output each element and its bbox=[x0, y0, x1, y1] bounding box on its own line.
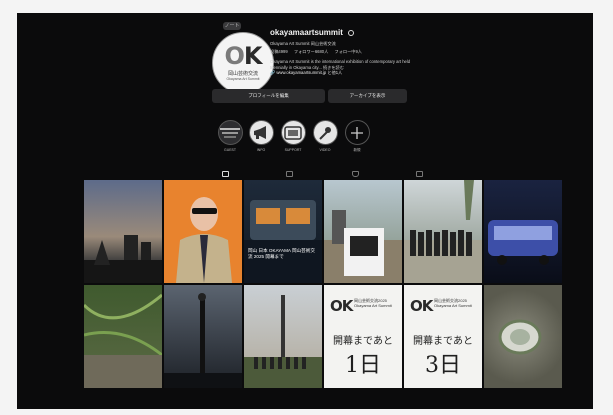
post-tile[interactable] bbox=[84, 285, 162, 388]
post-grid: 岡山 日本 OKAYAMA 岡山芸術交流 2025 開幕まで OK 岡山芸術交流… bbox=[84, 180, 562, 392]
highlight-label: GUEST bbox=[223, 148, 237, 152]
profile-stats: 投稿4999 フォロワー6680人 フォロー中9人 bbox=[270, 49, 367, 55]
instagram-profile-screen: ノート OK 岡山芸術交流 Okayama Art Summit okayama… bbox=[17, 13, 593, 409]
post-tile[interactable] bbox=[84, 180, 162, 283]
avatar[interactable]: OK 岡山芸術交流 Okayama Art Summit bbox=[212, 32, 274, 94]
video-icon bbox=[312, 120, 338, 145]
post-sub-line: Okayama Art Summit bbox=[434, 302, 472, 308]
followers-count[interactable]: フォロワー6680人 bbox=[294, 49, 328, 54]
link-text: www.okayamaartsummit.jp と他1人 bbox=[276, 70, 343, 75]
threads-icon[interactable] bbox=[348, 29, 355, 36]
post-sub-line: Okayama Art Summit bbox=[354, 302, 392, 308]
posts-count[interactable]: 投稿4999 bbox=[270, 49, 288, 54]
avatar-ja-text: 岡山芸術交流 bbox=[227, 71, 258, 77]
post-logo: OK bbox=[410, 297, 433, 315]
plus-icon bbox=[344, 120, 370, 145]
countdown-post-2[interactable]: OK 岡山芸術交流2025 Okayama Art Summit 開幕まであと 3… bbox=[404, 285, 482, 388]
avatar-en-text: Okayama Art Summit bbox=[226, 77, 260, 81]
note-badge[interactable]: ノート bbox=[223, 22, 241, 30]
profile-link[interactable]: 🔗 www.okayamaartsummit.jp と他1人 bbox=[270, 70, 470, 76]
saved-icon[interactable] bbox=[352, 171, 359, 177]
countdown-post-1[interactable]: OK 岡山芸術交流2025 Okayama Art Summit 開幕まであと 1… bbox=[324, 285, 402, 388]
username-text: okayamaartsummit bbox=[270, 28, 343, 37]
following-count[interactable]: フォロー中9人 bbox=[335, 49, 362, 54]
post-tile[interactable] bbox=[164, 285, 242, 388]
post-caption-text: 岡山 日本 OKAYAMA 岡山芸術交流 2025 開幕まで bbox=[248, 248, 315, 259]
reels-icon[interactable] bbox=[286, 171, 293, 177]
username[interactable]: okayamaartsummit bbox=[270, 28, 355, 37]
bio: Okayama Art Summit is the international … bbox=[270, 59, 470, 76]
guest-icon bbox=[217, 120, 243, 145]
highlight-info[interactable]: INFO bbox=[247, 120, 275, 152]
countdown-label: 開幕まであと bbox=[333, 336, 393, 347]
highlight-label: INFO bbox=[256, 148, 266, 152]
edit-profile-button[interactable]: プロフィールを編集 bbox=[212, 89, 325, 103]
post-tile[interactable]: 岡山 日本 OKAYAMA 岡山芸術交流 2025 開幕まで bbox=[244, 180, 322, 283]
profile-header: ノート OK 岡山芸術交流 Okayama Art Summit okayama… bbox=[17, 13, 593, 173]
profile-tabs bbox=[17, 171, 593, 177]
grid-icon[interactable] bbox=[222, 171, 229, 177]
megaphone-icon bbox=[248, 120, 274, 145]
countdown-days: 1日 bbox=[345, 353, 381, 378]
highlight-label: VIDEO bbox=[319, 148, 331, 152]
tagged-icon[interactable] bbox=[416, 171, 423, 177]
post-tile[interactable] bbox=[324, 180, 402, 283]
highlight-guest[interactable]: GUEST bbox=[216, 120, 244, 152]
avatar-logo: OK bbox=[224, 42, 262, 70]
post-tile[interactable] bbox=[244, 285, 322, 388]
highlight-new[interactable]: 新規 bbox=[343, 120, 371, 153]
highlight-label: 新規 bbox=[353, 148, 361, 152]
post-sub-text: 岡山芸術交流2025 Okayama Art Summit bbox=[354, 298, 392, 308]
post-tile[interactable] bbox=[404, 180, 482, 283]
post-tile[interactable] bbox=[164, 180, 242, 283]
countdown-days: 3日 bbox=[425, 353, 461, 378]
post-sub-text: 岡山芸術交流2025 Okayama Art Summit bbox=[434, 298, 472, 308]
post-tile[interactable] bbox=[484, 180, 562, 283]
highlight-video[interactable]: VIDEO bbox=[311, 120, 339, 152]
support-icon bbox=[280, 120, 306, 145]
post-logo: OK bbox=[330, 297, 353, 315]
view-archive-button[interactable]: アーカイブを表示 bbox=[328, 89, 407, 103]
post-tile[interactable] bbox=[484, 285, 562, 388]
display-name: Okayama Art Summit 岡山芸術交流 bbox=[270, 41, 336, 46]
highlight-support[interactable]: SUPPORT bbox=[279, 120, 307, 152]
highlight-label: SUPPORT bbox=[284, 148, 302, 152]
countdown-label: 開幕まであと bbox=[413, 336, 473, 347]
